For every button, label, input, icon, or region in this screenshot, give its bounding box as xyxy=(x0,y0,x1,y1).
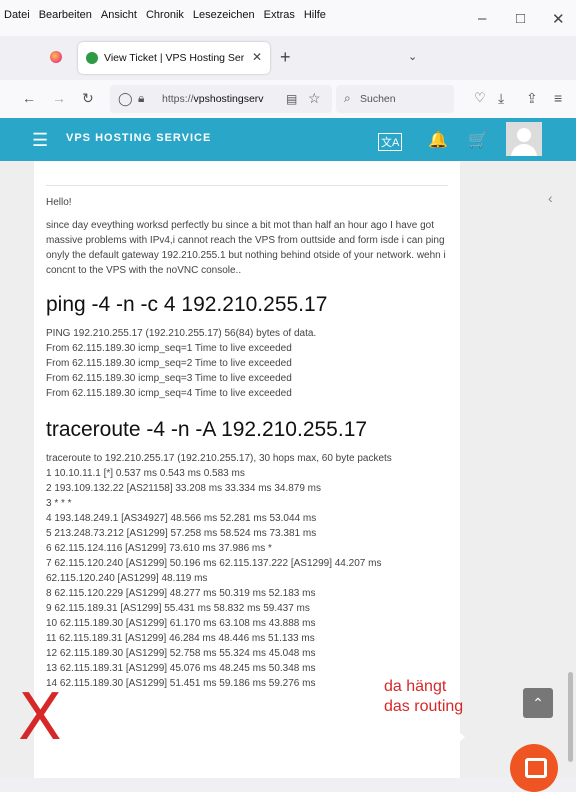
ping-command-heading: ping -4 -n -c 4 192.210.255.17 xyxy=(46,293,328,316)
tab-close-icon[interactable]: ✕ xyxy=(252,50,262,64)
firefox-icon[interactable] xyxy=(50,51,62,63)
output-line: PING 192.210.255.17 (192.210.255.17) 56(… xyxy=(46,328,317,339)
chat-button[interactable] xyxy=(510,744,558,792)
menu-hilfe[interactable]: Hilfe xyxy=(304,9,326,21)
brand-name[interactable]: VPS HOSTING SERVICE xyxy=(66,132,211,144)
menu-extras[interactable]: Extras xyxy=(264,9,295,21)
output-line: 1 10.10.11.1 [*] 0.537 ms 0.543 ms 0.583… xyxy=(46,468,245,479)
traceroute-command-heading: traceroute -4 -n -A 192.210.255.17 xyxy=(46,418,368,441)
new-tab-button[interactable]: + xyxy=(280,47,291,68)
menu-list: Datei Bearbeiten Ansicht Chronik Lesezei… xyxy=(4,9,326,21)
hamburger-menu-icon[interactable]: ☰ xyxy=(32,130,48,151)
greeting: Hello! xyxy=(46,197,72,208)
handwritten-annotation: da hängt das routing xyxy=(384,677,463,717)
chat-icon xyxy=(525,758,547,778)
output-line: 2 193.109.132.22 [AS21158] 33.208 ms 33.… xyxy=(46,483,322,494)
url-text: https://vpshostingserv xyxy=(162,93,264,105)
output-line: 13 62.115.189.31 [AS1299] 45.076 ms 48.2… xyxy=(46,663,316,674)
output-line: 6 62.115.124.116 [AS1299] 73.610 ms 37.9… xyxy=(46,543,272,554)
output-line: 10 62.115.189.30 [AS1299] 61.170 ms 63.1… xyxy=(46,618,316,629)
shield-icon[interactable]: ◯ xyxy=(118,91,133,107)
scrollbar[interactable] xyxy=(566,162,574,776)
bell-icon[interactable]: 🔔 xyxy=(428,130,448,150)
scrollbar-thumb[interactable] xyxy=(568,672,573,762)
output-line: 9 62.115.189.31 [AS1299] 55.431 ms 58.83… xyxy=(46,603,310,614)
output-line: 11 62.115.189.31 [AS1299] 46.284 ms 48.4… xyxy=(46,633,315,644)
tab-view-ticket[interactable]: View Ticket | VPS Hosting Servic ✕ xyxy=(78,42,270,74)
navigation-bar: ← → ↻ ◯ 🔒︎ https://vpshostingserv ▤ ☆ ⌕ … xyxy=(0,80,576,119)
user-avatar[interactable] xyxy=(506,122,542,156)
annotation-line: da hängt xyxy=(384,678,447,695)
minimize-button[interactable]: – xyxy=(478,10,486,27)
output-line: 4 193.148.249.1 [AS34927] 48.566 ms 52.2… xyxy=(46,513,317,524)
annotation-line: das routing xyxy=(384,698,464,715)
search-icon: ⌕ xyxy=(344,91,351,105)
output-line: From 62.115.189.30 icmp_seq=1 Time to li… xyxy=(46,343,292,354)
close-window-button[interactable]: ✕ xyxy=(552,10,565,28)
menu-ansicht[interactable]: Ansicht xyxy=(101,9,137,21)
message-body: since day eveything worksd perfectly bu … xyxy=(46,220,446,276)
reader-view-icon[interactable]: ▤ xyxy=(286,92,297,106)
output-line: 62.115.120.240 [AS1299] 48.119 ms xyxy=(46,573,208,584)
output-line: From 62.115.189.30 icmp_seq=2 Time to li… xyxy=(46,358,292,369)
menu-lesezeichen[interactable]: Lesezeichen xyxy=(193,9,255,21)
translate-icon[interactable]: 文A xyxy=(378,133,403,151)
bookmark-star-icon[interactable]: ☆ xyxy=(308,90,321,107)
downloads-icon[interactable]: ⤓ xyxy=(498,90,504,107)
back-button[interactable]: ← xyxy=(22,90,36,106)
sidebar-collapse-chevron-icon[interactable]: ‹ xyxy=(548,190,553,206)
site-header: ☰ VPS HOSTING SERVICE 文A 🔔 🛒 xyxy=(0,118,576,161)
app-menu-icon[interactable]: ≡ xyxy=(554,90,562,106)
tab-list-chevron-icon[interactable]: ⌄ xyxy=(408,50,417,63)
output-line: 5 213.248.73.212 [AS1299] 57.258 ms 58.5… xyxy=(46,528,317,539)
ticket-message: Hello! since day eveything worksd perfec… xyxy=(46,191,450,691)
cart-icon[interactable]: 🛒 xyxy=(468,130,488,150)
site-favicon-icon xyxy=(86,52,98,64)
lock-icon[interactable]: 🔒︎ xyxy=(138,91,144,106)
menu-bearbeiten[interactable]: Bearbeiten xyxy=(39,9,92,21)
scroll-to-top-button[interactable]: ⌃ xyxy=(523,688,553,718)
output-line: From 62.115.189.30 icmp_seq=4 Time to li… xyxy=(46,388,292,399)
output-line: From 62.115.189.30 icmp_seq=3 Time to li… xyxy=(46,373,292,384)
red-x-mark: X xyxy=(18,681,62,755)
menubar: Datei Bearbeiten Ansicht Chronik Lesezei… xyxy=(0,0,576,36)
tab-title: View Ticket | VPS Hosting Servic xyxy=(104,52,244,64)
menu-datei[interactable]: Datei xyxy=(4,9,30,21)
output-line: traceroute to 192.210.255.17 (192.210.25… xyxy=(46,453,392,464)
speech-pointer xyxy=(458,731,465,743)
search-bar[interactable]: ⌕ Suchen xyxy=(336,85,454,113)
ping-output: PING 192.210.255.17 (192.210.255.17) 56(… xyxy=(46,326,450,401)
output-line: 7 62.115.120.240 [AS1299] 50.196 ms 62.1… xyxy=(46,558,382,569)
divider xyxy=(46,185,448,186)
search-placeholder: Suchen xyxy=(360,93,396,105)
traceroute-output: traceroute to 192.210.255.17 (192.210.25… xyxy=(46,451,450,691)
output-line: 3 * * * xyxy=(46,498,72,509)
maximize-button[interactable]: □ xyxy=(516,10,525,27)
share-icon[interactable]: ⇪ xyxy=(526,90,538,107)
reload-button[interactable]: ↻ xyxy=(82,90,94,107)
forward-button[interactable]: → xyxy=(52,90,66,106)
pocket-icon[interactable]: ♡ xyxy=(474,90,486,106)
url-bar[interactable]: ◯ 🔒︎ https://vpshostingserv ▤ ☆ xyxy=(110,85,332,113)
output-line: 12 62.115.189.30 [AS1299] 52.758 ms 55.3… xyxy=(46,648,316,659)
output-line: 8 62.115.120.229 [AS1299] 48.277 ms 50.3… xyxy=(46,588,316,599)
page-content: Hello! since day eveything worksd perfec… xyxy=(0,161,576,778)
tab-bar: View Ticket | VPS Hosting Servic ✕ + ⌄ xyxy=(0,36,576,80)
menu-chronik[interactable]: Chronik xyxy=(146,9,184,21)
